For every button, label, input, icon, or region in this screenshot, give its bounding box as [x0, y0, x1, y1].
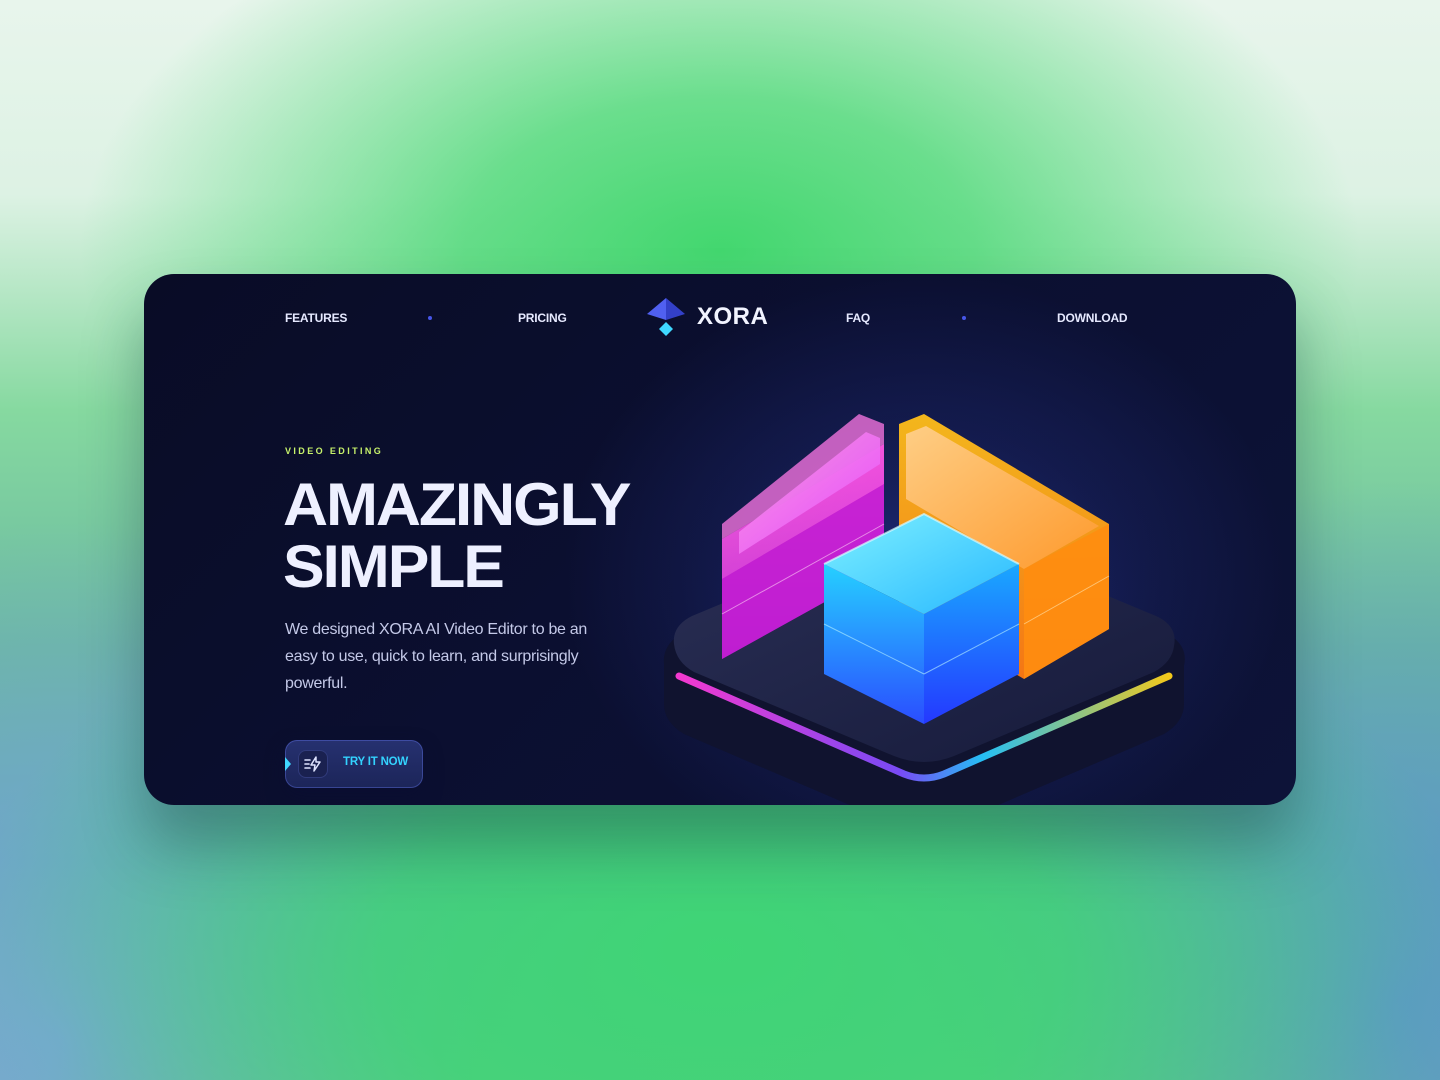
logo-wordmark: XORA — [697, 303, 769, 330]
nav-download-link[interactable]: DOWNLOAD — [1057, 311, 1128, 325]
xora-logo-icon — [647, 298, 685, 336]
glowing-blocks-illustration — [644, 404, 1204, 805]
xora-logo[interactable]: XORA — [645, 296, 768, 338]
nav-separator-dot — [962, 316, 966, 320]
cta-notch — [285, 757, 291, 771]
nav-separator-dot — [428, 316, 432, 320]
hero-card: FEATURES PRICING XORA FAQ DOWNLOAD VIDEO… — [144, 274, 1296, 805]
cta-label: TRY IT NOW — [343, 756, 409, 768]
hero-headline: AMAZINGLY SIMPLE — [283, 471, 632, 600]
nav-faq-link[interactable]: FAQ — [846, 311, 870, 325]
nav-features-link[interactable]: FEATURES — [285, 311, 347, 325]
try-it-now-button[interactable]: TRY IT NOW — [285, 740, 423, 788]
hero-description: We designed XORA AI Video Editor to be a… — [285, 621, 587, 692]
lightning-icon — [298, 750, 328, 778]
hero-eyebrow: VIDEO EDITING — [285, 446, 384, 456]
nav-pricing-link[interactable]: PRICING — [518, 311, 567, 325]
headline-line-2: SIMPLE — [283, 533, 505, 600]
headline-line-1: AMAZINGLY — [283, 471, 632, 538]
